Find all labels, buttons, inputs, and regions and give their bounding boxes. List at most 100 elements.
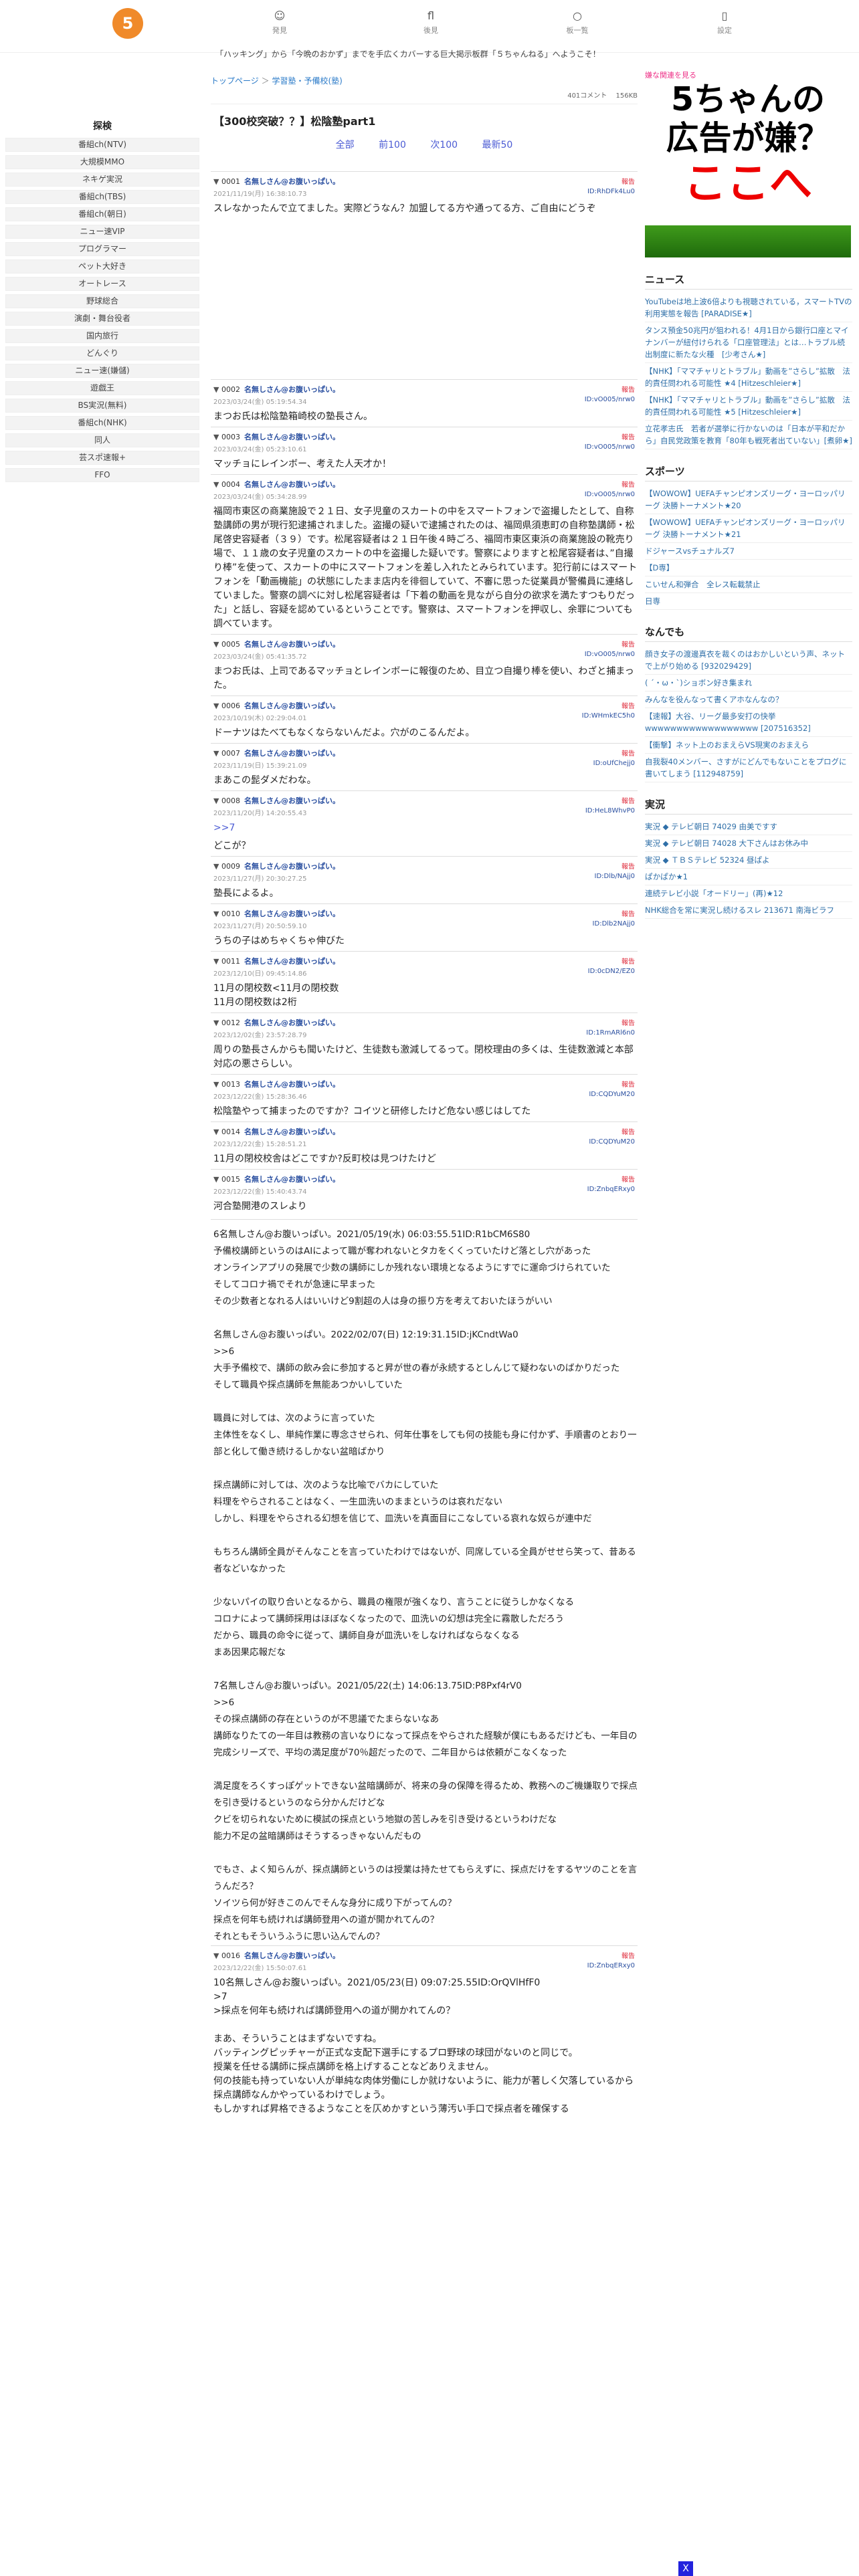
thread-link[interactable]: ( ´・ω・`)ショボン好き集まれ (645, 675, 852, 691)
post-id[interactable]: ID:vO005/nrw0 (585, 443, 635, 451)
category-item[interactable]: 芸スポ速報+ (5, 451, 199, 465)
report-link[interactable]: 報告 (622, 908, 635, 918)
thread-link[interactable]: 立花孝志氏 若者が選挙に行かないのは「日本が平和だから」自民党政策を教育「80年… (645, 421, 852, 449)
post-id[interactable]: ID:CQDYuM20 (589, 1138, 635, 1146)
report-link[interactable]: 報告 (622, 176, 635, 186)
thread-link[interactable]: 実況 ◆ ＴＢＳテレビ 52324 昼ぱよ (645, 852, 852, 869)
post-id[interactable]: ID:vO005/nrw0 (585, 651, 635, 658)
post-id[interactable]: ID:1RmARl6n0 (586, 1029, 635, 1037)
thread-link[interactable]: NHK総合を常に実況し続けるスレ 213671 南海ビラフ (645, 902, 852, 919)
post-number[interactable]: 0011 (221, 957, 240, 966)
post-number[interactable]: 0012 (221, 1018, 240, 1027)
thread-link[interactable]: 連続テレビ小説「オードリー」(再)★12 (645, 885, 852, 902)
category-item[interactable]: 遊戯王 (5, 381, 199, 395)
post-id[interactable]: ID:vO005/nrw0 (585, 396, 635, 403)
report-link[interactable]: 報告 (622, 1079, 635, 1089)
post-id[interactable]: ID:CQDYuM20 (589, 1091, 635, 1098)
thread-link[interactable]: みんなを役んなって書くアホなんなの？ (645, 691, 852, 708)
thread-link[interactable]: 顔き女子の渡邊真衣を裁くのはおかしいという声、ネットで上がり始める [93202… (645, 646, 852, 675)
post-number[interactable]: 0006 (221, 702, 240, 710)
pager-prev100[interactable]: 前100 (379, 140, 406, 150)
category-item[interactable]: ネキゲ実況 (5, 173, 199, 187)
report-link[interactable]: 報告 (622, 795, 635, 805)
thread-link[interactable]: ぱかぱか★1 (645, 869, 852, 885)
post-id[interactable]: ID:0cDN2/EZ0 (588, 968, 635, 975)
category-item[interactable]: 番組ch(NHK) (5, 416, 199, 430)
post-number[interactable]: 0016 (221, 1951, 240, 1960)
post-id[interactable]: ID:RhDFk4Lu0 (587, 188, 635, 195)
category-item[interactable]: BS実況(無料) (5, 399, 199, 413)
category-item[interactable]: 国内旅行 (5, 329, 199, 343)
post-number[interactable]: 0015 (221, 1175, 240, 1184)
post-id[interactable]: ID:ZnbqERxy0 (587, 1186, 635, 1193)
report-link[interactable]: 報告 (622, 1126, 635, 1136)
thread-link[interactable]: YouTubeは地上波6倍よりも視聴されている，スマートTVの利用実態を報告 [… (645, 294, 852, 322)
category-item[interactable]: ニュー速VIP (5, 225, 199, 239)
category-item[interactable]: 同人 (5, 433, 199, 447)
nav-board-list[interactable]: ○ 板一覧 (557, 9, 597, 35)
category-item[interactable]: どんぐり (5, 346, 199, 360)
post-id[interactable]: ID:oUfChejj0 (593, 760, 635, 767)
category-item[interactable]: 番組ch(NTV) (5, 138, 199, 152)
post-id[interactable]: ID:ZnbqERxy0 (587, 1962, 635, 1969)
post-anchor-link[interactable]: >>7 (213, 821, 638, 835)
post-number[interactable]: 0013 (221, 1080, 240, 1089)
thread-link[interactable]: ドジャースvsチュナルズ7 (645, 543, 852, 560)
post-number[interactable]: 0008 (221, 796, 240, 805)
report-link[interactable]: 報告 (622, 700, 635, 710)
post-number[interactable]: 0014 (221, 1128, 240, 1136)
category-item[interactable]: プログラマー (5, 242, 199, 256)
thread-link[interactable]: 実況 ◆ テレビ朝日 74028 大下さんはお休み中 (645, 835, 852, 852)
thread-link[interactable]: 【D専】 (645, 560, 852, 576)
thread-link[interactable]: 日専 (645, 593, 852, 610)
thread-link[interactable]: 【速報】大谷、リーグ最多安打の快挙wwwwwwwwwwwwwwwwww [207… (645, 708, 852, 737)
thread-link[interactable]: 【WOWOW】UEFAチャンピオンズリーグ・ヨーロッパリーグ 決勝トーナメント★… (645, 514, 852, 543)
post-number[interactable]: 0004 (221, 480, 240, 489)
category-item[interactable]: ペット大好き (5, 259, 199, 274)
category-item[interactable]: 野球総合 (5, 294, 199, 308)
post-id[interactable]: ID:HeL8WhvP0 (585, 807, 635, 815)
report-link[interactable]: 報告 (622, 384, 635, 394)
report-link[interactable]: 報告 (622, 479, 635, 489)
category-item[interactable]: ニュー速(嫌儲) (5, 364, 199, 378)
report-link[interactable]: 報告 (622, 956, 635, 966)
report-link[interactable]: 報告 (622, 639, 635, 649)
post-id[interactable]: ID:Dlb/NAjj0 (595, 873, 635, 880)
ad-banner[interactable]: 5ちゃんの 広告が嫌？ ここへ (645, 80, 851, 257)
nav-guardian[interactable]: fl 後見 (411, 9, 451, 35)
pager-all[interactable]: 全部 (336, 140, 355, 150)
report-link[interactable]: 報告 (622, 1017, 635, 1027)
thread-link[interactable]: 実況 ◆ テレビ朝日 74029 由美ですす (645, 819, 852, 835)
report-link[interactable]: 報告 (622, 1174, 635, 1184)
report-link[interactable]: 報告 (622, 861, 635, 871)
pager-latest50[interactable]: 最新50 (482, 140, 513, 150)
post-id[interactable]: ID:Dlb2NAjj0 (593, 920, 635, 928)
thread-link[interactable]: 【NHK】「ママチャリとトラブル」動画を”さらし”拡散 法的責任問われる可能性 … (645, 363, 852, 392)
breadcrumb-board-link[interactable]: 学習塾・予備校(塾) (272, 76, 342, 86)
nav-discover[interactable]: ☺ 発見 (260, 9, 300, 35)
post-number[interactable]: 0003 (221, 433, 240, 441)
post-number[interactable]: 0007 (221, 749, 240, 758)
post-id[interactable]: ID:WHmkEC5h0 (582, 712, 635, 720)
post-number[interactable]: 0005 (221, 640, 240, 649)
post-number[interactable]: 0010 (221, 909, 240, 918)
thread-link[interactable]: こいせん和弾合 全レス転載禁止 (645, 576, 852, 593)
post-id[interactable]: ID:vO005/nrw0 (585, 491, 635, 498)
category-item[interactable]: FFO (5, 468, 199, 482)
post-number[interactable]: 0001 (221, 177, 240, 186)
thread-link[interactable]: 【衝撃】ネット上のおまえらVS現実のおまえら (645, 737, 852, 754)
category-item[interactable]: 番組ch(TBS) (5, 190, 199, 204)
breadcrumb-top-link[interactable]: トップページ (211, 76, 259, 86)
thread-link[interactable]: 【WOWOW】UEFAチャンピオンズリーグ・ヨーロッパリーグ 決勝トーナメント★… (645, 486, 852, 514)
post-number[interactable]: 0002 (221, 385, 240, 394)
thread-link[interactable]: 自我裂40メンバー、さすがにどんでもないことをプログに書いてしまう [11294… (645, 754, 852, 782)
report-link[interactable]: 報告 (622, 748, 635, 758)
nav-settings[interactable]: ▯ 設定 (704, 9, 745, 35)
site-logo[interactable]: 5 (112, 8, 143, 39)
report-link[interactable]: 報告 (622, 1950, 635, 1960)
category-item[interactable]: 番組ch(朝日) (5, 207, 199, 221)
pager-next100[interactable]: 次100 (430, 140, 458, 150)
category-item[interactable]: 大規模MMO (5, 155, 199, 169)
category-item[interactable]: オートレース (5, 277, 199, 291)
post-number[interactable]: 0009 (221, 862, 240, 871)
